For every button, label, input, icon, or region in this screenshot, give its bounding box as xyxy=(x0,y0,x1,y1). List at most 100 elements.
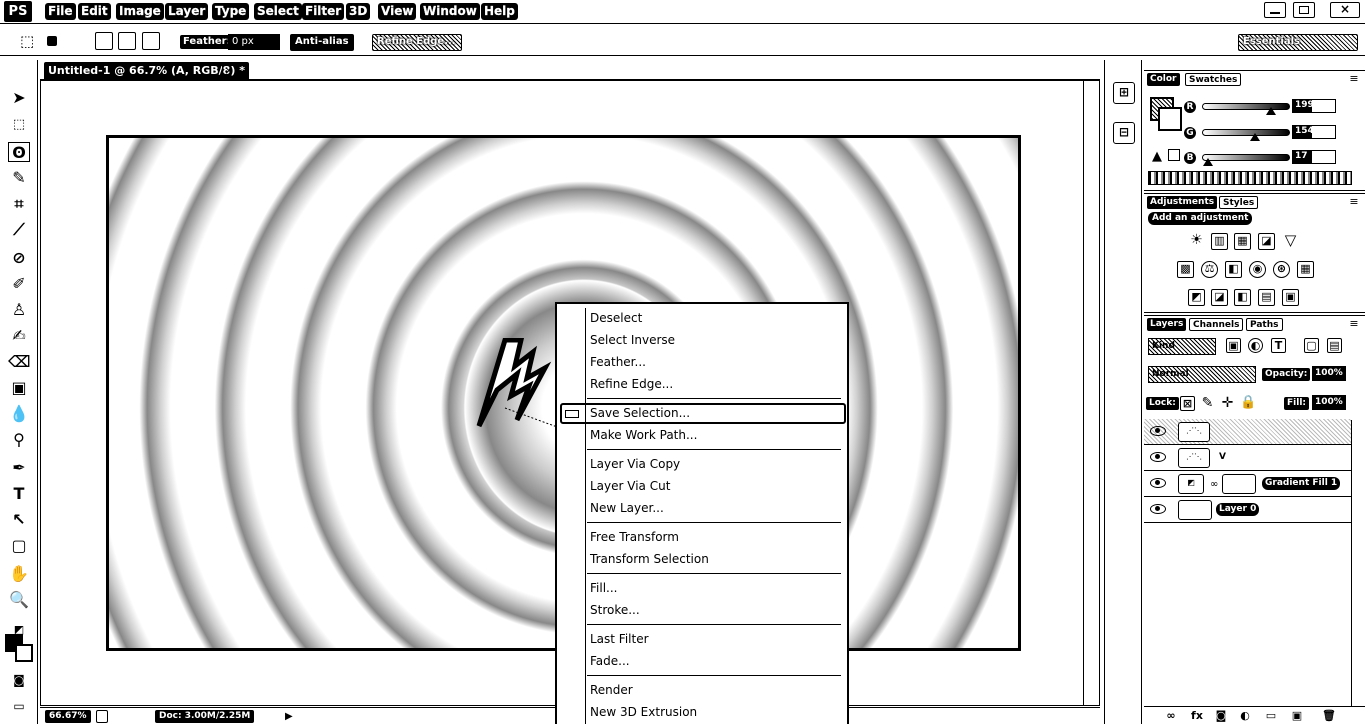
clone-stamp-tool-icon[interactable]: ♙ xyxy=(8,300,30,320)
new-group-icon[interactable]: ▭ xyxy=(1264,709,1278,722)
hue-saturation-icon[interactable]: ▩ xyxy=(1177,261,1194,278)
menu-item-new-3d-extrusion[interactable]: New 3D Extrusion xyxy=(590,705,697,720)
brush-tool-icon[interactable]: ✐ xyxy=(8,274,30,294)
channel-mixer-icon[interactable]: ⊛ xyxy=(1273,261,1290,278)
threshold-icon[interactable]: ◧ xyxy=(1234,289,1251,306)
zoom-tool-icon[interactable]: 🔍 xyxy=(8,590,30,610)
menu-edit[interactable]: Edit xyxy=(78,3,111,20)
panel-menu-icon[interactable]: ≡ xyxy=(1346,73,1362,85)
menu-type[interactable]: Type xyxy=(212,3,250,20)
layer-filter-kind[interactable]: Kind xyxy=(1148,338,1216,355)
brightness-contrast-icon[interactable]: ☀ xyxy=(1188,233,1205,250)
menu-item-refine-edge[interactable]: Refine Edge... xyxy=(590,377,673,392)
color-lookup-icon[interactable]: ▦ xyxy=(1297,261,1314,278)
menu-3d[interactable]: 3D xyxy=(346,3,371,20)
menu-item-render[interactable]: Render xyxy=(590,683,633,698)
menu-filter[interactable]: Filter xyxy=(302,3,345,20)
menu-item-make-work-path[interactable]: Make Work Path... xyxy=(590,428,697,443)
black-white-icon[interactable]: ◧ xyxy=(1225,261,1242,278)
tab-layers[interactable]: Layers xyxy=(1147,318,1187,331)
panel-menu-icon[interactable]: ≡ xyxy=(1346,196,1362,208)
panel-menu-icon[interactable]: ≡ xyxy=(1346,318,1362,330)
tab-styles[interactable]: Styles xyxy=(1219,196,1259,209)
filter-pixel-icon[interactable]: ▣ xyxy=(1226,338,1241,353)
move-tool-icon[interactable]: ➤ xyxy=(8,88,30,108)
lasso-tool-icon[interactable]: ʘ xyxy=(8,142,30,162)
blue-slider[interactable] xyxy=(1202,154,1290,161)
layers-scrollbar[interactable] xyxy=(1351,420,1364,706)
path-selection-tool-icon[interactable]: ↖ xyxy=(8,510,30,530)
menu-item-feather[interactable]: Feather... xyxy=(590,355,646,370)
menu-item-stroke[interactable]: Stroke... xyxy=(590,603,640,618)
tab-paths[interactable]: Paths xyxy=(1246,318,1283,331)
filter-shape-icon[interactable]: ▢ xyxy=(1304,338,1319,353)
add-mask-icon[interactable]: ◙ xyxy=(1214,709,1228,722)
exposure-icon[interactable]: ◪ xyxy=(1258,233,1275,250)
tab-swatches[interactable]: Swatches xyxy=(1185,73,1242,86)
crop-tool-icon[interactable]: ⌗ xyxy=(8,194,30,214)
subtract-selection-icon[interactable] xyxy=(118,32,136,50)
vibrance-icon[interactable]: ▽ xyxy=(1282,233,1299,250)
menu-item-layer-via-cut[interactable]: Layer Via Cut xyxy=(590,479,670,494)
filter-adjustment-icon[interactable]: ◐ xyxy=(1248,338,1263,353)
lock-all-icon[interactable]: 🔒 xyxy=(1240,396,1256,411)
layer-row[interactable]: ⋰⋱ V xyxy=(1144,445,1351,471)
dodge-tool-icon[interactable]: ⚲ xyxy=(8,430,30,450)
green-slider-thumb[interactable] xyxy=(1249,133,1260,141)
quick-selection-tool-icon[interactable]: ✎ xyxy=(8,168,30,188)
tab-adjustments[interactable]: Adjustments xyxy=(1147,196,1218,209)
invert-icon[interactable]: ◩ xyxy=(1188,289,1205,306)
zoom-level-field[interactable]: 66.67% xyxy=(45,710,91,723)
gradient-map-icon[interactable]: ▤ xyxy=(1258,289,1275,306)
layer-name[interactable]: Layer 0 xyxy=(1216,503,1260,516)
zoom-preview-icon[interactable] xyxy=(96,710,108,723)
menu-item-fill[interactable]: Fill... xyxy=(590,581,617,596)
blur-tool-icon[interactable]: 💧 xyxy=(8,404,30,424)
menu-item-new-layer[interactable]: New Layer... xyxy=(590,501,664,516)
posterize-icon[interactable]: ◪ xyxy=(1211,289,1228,306)
background-color-box[interactable] xyxy=(1158,107,1182,131)
blue-value-field[interactable]: 17 xyxy=(1292,150,1336,164)
tab-channels[interactable]: Channels xyxy=(1189,318,1244,331)
blue-slider-thumb[interactable] xyxy=(1203,158,1214,166)
visibility-eye-icon[interactable] xyxy=(1150,426,1166,436)
menu-layer[interactable]: Layer xyxy=(165,3,209,20)
filter-type-icon[interactable]: T xyxy=(1271,338,1286,353)
fill-field[interactable]: 100% xyxy=(1312,395,1346,410)
marquee-tool-icon[interactable]: ⬚ xyxy=(8,115,30,135)
link-layers-icon[interactable]: ∞ xyxy=(1164,709,1178,722)
layer-name[interactable]: V xyxy=(1216,451,1229,464)
new-adjustment-icon[interactable]: ◐ xyxy=(1238,709,1252,722)
new-layer-icon[interactable]: ▣ xyxy=(1290,709,1304,722)
menu-image[interactable]: Image xyxy=(116,3,164,20)
healing-brush-tool-icon[interactable]: ⊘ xyxy=(8,248,30,268)
layer-name[interactable]: Gradient Fill 1 xyxy=(1262,477,1341,490)
eyedropper-tool-icon[interactable]: ⟋ xyxy=(8,220,30,240)
lock-image-icon[interactable]: ✎ xyxy=(1200,396,1215,411)
menu-item-fade[interactable]: Fade... xyxy=(590,654,630,669)
marquee-tool-preset-icon[interactable]: ⬚ xyxy=(20,32,38,50)
color-spectrum-bar[interactable] xyxy=(1148,171,1352,185)
screen-mode-icon[interactable]: ▭ xyxy=(8,696,30,716)
visibility-eye-icon[interactable] xyxy=(1150,478,1166,488)
document-tab[interactable]: Untitled-1 @ 66.7% (A, RGB/8) * xyxy=(44,62,249,79)
green-value-field[interactable]: 154 xyxy=(1292,125,1336,139)
lock-position-icon[interactable]: ✛ xyxy=(1220,396,1235,411)
curves-icon[interactable]: ▦ xyxy=(1234,233,1251,250)
menu-item-last-filter[interactable]: Last Filter xyxy=(590,632,649,647)
type-tool-icon[interactable]: T xyxy=(8,484,30,504)
menu-item-select-inverse[interactable]: Select Inverse xyxy=(590,333,675,348)
blend-mode-select[interactable]: Normal xyxy=(1148,366,1256,383)
workspace-switcher[interactable]: Essentials xyxy=(1238,34,1358,51)
lock-transparent-icon[interactable]: ⊠ xyxy=(1180,396,1195,411)
shape-tool-icon[interactable]: ▢ xyxy=(8,536,30,556)
menu-window[interactable]: Window xyxy=(420,3,480,20)
background-color-swatch[interactable] xyxy=(15,644,33,662)
menu-select[interactable]: Select xyxy=(254,3,302,20)
layer-style-icon[interactable]: fx xyxy=(1190,709,1204,722)
history-panel-icon[interactable]: ⊞ xyxy=(1113,82,1135,104)
minimize-button[interactable] xyxy=(1264,2,1286,18)
properties-panel-icon[interactable]: ⊟ xyxy=(1113,122,1135,144)
pen-tool-icon[interactable]: ✒ xyxy=(8,458,30,478)
antialias-checkbox[interactable]: Anti-alias xyxy=(290,34,354,51)
